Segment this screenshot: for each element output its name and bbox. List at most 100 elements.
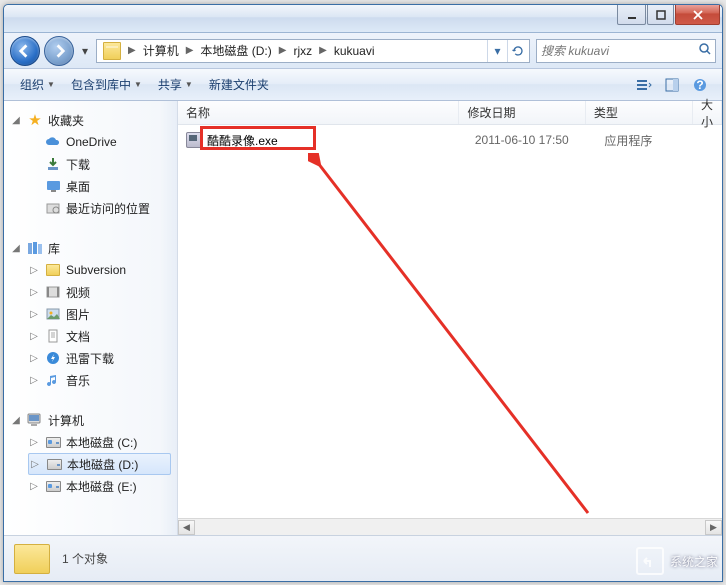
body: ◢ ★ 收藏夹 OneDrive 下载 桌面 最近访问的位置 ◢ 库 xyxy=(4,101,722,535)
refresh-button[interactable] xyxy=(507,40,527,62)
sidebar-item-music[interactable]: ▷音乐 xyxy=(28,369,177,391)
crumb-drive[interactable]: 本地磁盘 (D:) xyxy=(196,40,275,62)
star-icon: ★ xyxy=(26,111,44,129)
thunder-icon xyxy=(44,351,62,365)
scroll-left-button[interactable]: ◀ xyxy=(178,520,195,535)
drive-icon xyxy=(45,459,63,470)
sidebar-item-computer[interactable]: ◢ 计算机 xyxy=(10,409,177,431)
expand-icon[interactable]: ▷ xyxy=(28,353,40,364)
sidebar-item-thunder[interactable]: ▷迅雷下载 xyxy=(28,347,177,369)
expand-icon[interactable]: ▷ xyxy=(28,331,40,342)
sidebar-item-drive-e[interactable]: ▷本地磁盘 (E:) xyxy=(28,475,177,497)
sidebar-item-libraries[interactable]: ◢ 库 xyxy=(10,237,177,259)
minimize-button[interactable] xyxy=(617,5,646,25)
svg-text:?: ? xyxy=(696,78,703,92)
folder-icon xyxy=(44,264,62,276)
file-list[interactable]: 酷酷录像.exe 2011-06-10 17:50 应用程序 xyxy=(178,125,722,518)
address-bar[interactable]: ▶ 计算机 ▶ 本地磁盘 (D:) ▶ rjxz ▶ kukuavi ▾ xyxy=(96,39,530,63)
status-count: 1 个对象 xyxy=(62,550,108,567)
drive-icon xyxy=(44,437,62,448)
sidebar-item-drive-d[interactable]: ▷本地磁盘 (D:) xyxy=(28,453,171,475)
watermark: 系统之家 xyxy=(636,547,718,575)
tree-favorites: ◢ ★ 收藏夹 OneDrive 下载 桌面 最近访问的位置 xyxy=(10,109,177,219)
collapse-icon[interactable]: ◢ xyxy=(10,115,22,126)
chevron-right-icon[interactable]: ▶ xyxy=(316,45,330,56)
collapse-icon[interactable]: ◢ xyxy=(10,243,22,254)
crumb-folder-1[interactable]: rjxz xyxy=(289,40,316,62)
explorer-window: ▾ ▶ 计算机 ▶ 本地磁盘 (D:) ▶ rjxz ▶ kukuavi ▾ 组… xyxy=(3,4,723,582)
help-button[interactable]: ? xyxy=(688,74,712,96)
expand-icon[interactable]: ▷ xyxy=(28,309,40,320)
collapse-icon[interactable]: ◢ xyxy=(10,415,22,426)
annotation-arrow xyxy=(308,153,608,518)
search-input[interactable] xyxy=(541,44,698,58)
expand-icon[interactable]: ▷ xyxy=(29,459,41,470)
back-button[interactable] xyxy=(10,36,40,66)
libraries-icon xyxy=(26,241,44,255)
search-box[interactable] xyxy=(536,39,716,63)
toolbar: 组织 ▼ 包含到库中 ▼ 共享 ▼ 新建文件夹 ? xyxy=(4,69,722,101)
sidebar-item-downloads[interactable]: 下载 xyxy=(28,153,177,175)
folder-icon xyxy=(14,544,50,574)
sidebar-item-drive-c[interactable]: ▷本地磁盘 (C:) xyxy=(28,431,177,453)
music-icon xyxy=(44,373,62,387)
expand-icon[interactable]: ▷ xyxy=(28,481,40,492)
sidebar-item-videos[interactable]: ▷视频 xyxy=(28,281,177,303)
tree-computer: ◢ 计算机 ▷本地磁盘 (C:) ▷本地磁盘 (D:) ▷本地磁盘 (E:) xyxy=(10,409,177,497)
chevron-right-icon[interactable]: ▶ xyxy=(125,45,139,56)
sidebar-item-recent[interactable]: 最近访问的位置 xyxy=(28,197,177,219)
expand-icon[interactable]: ▷ xyxy=(28,265,40,276)
sidebar-item-pictures[interactable]: ▷图片 xyxy=(28,303,177,325)
crumb-computer[interactable]: 计算机 xyxy=(139,40,183,62)
history-dropdown[interactable]: ▾ xyxy=(78,41,92,61)
new-folder-button[interactable]: 新建文件夹 xyxy=(203,74,275,95)
expand-icon[interactable]: ▷ xyxy=(28,437,40,448)
organize-menu[interactable]: 组织 ▼ xyxy=(14,74,61,95)
view-options-button[interactable] xyxy=(632,74,656,96)
video-icon xyxy=(44,286,62,298)
recent-icon xyxy=(44,202,62,214)
download-icon xyxy=(44,157,62,171)
forward-button[interactable] xyxy=(44,36,74,66)
sidebar-item-onedrive[interactable]: OneDrive xyxy=(28,131,177,153)
computer-icon xyxy=(26,413,44,427)
titlebar[interactable] xyxy=(4,5,722,33)
column-size[interactable]: 大小 xyxy=(693,101,722,124)
column-type[interactable]: 类型 xyxy=(586,101,693,124)
sidebar-item-favorites[interactable]: ◢ ★ 收藏夹 xyxy=(10,109,177,131)
column-date[interactable]: 修改日期 xyxy=(459,101,585,124)
scroll-track[interactable] xyxy=(195,520,705,535)
nav-bar: ▾ ▶ 计算机 ▶ 本地磁盘 (D:) ▶ rjxz ▶ kukuavi ▾ xyxy=(4,33,722,69)
chevron-right-icon[interactable]: ▶ xyxy=(183,45,197,56)
folder-icon xyxy=(103,42,121,60)
sidebar-item-documents[interactable]: ▷文档 xyxy=(28,325,177,347)
column-headers: 名称 修改日期 类型 大小 xyxy=(178,101,722,125)
chevron-right-icon[interactable]: ▶ xyxy=(276,45,290,56)
share-menu[interactable]: 共享 ▼ xyxy=(152,74,199,95)
file-date: 2011-06-10 17:50 xyxy=(475,133,569,147)
watermark-text: 系统之家 xyxy=(670,553,718,570)
column-name[interactable]: 名称 xyxy=(178,101,459,124)
drive-icon xyxy=(44,481,62,492)
horizontal-scrollbar[interactable]: ◀ ▶ xyxy=(178,518,722,535)
expand-icon[interactable]: ▷ xyxy=(28,287,40,298)
tree-libraries: ◢ 库 ▷Subversion ▷视频 ▷图片 ▷文档 ▷迅雷下载 ▷音乐 xyxy=(10,237,177,391)
window-controls xyxy=(617,5,720,25)
pictures-icon xyxy=(44,308,62,320)
content-area: 名称 修改日期 类型 大小 酷酷录像.exe 2011-06-10 17:50 … xyxy=(178,101,722,535)
sidebar: ◢ ★ 收藏夹 OneDrive 下载 桌面 最近访问的位置 ◢ 库 xyxy=(4,101,178,535)
include-library-menu[interactable]: 包含到库中 ▼ xyxy=(65,74,148,95)
expand-icon[interactable]: ▷ xyxy=(28,375,40,386)
sidebar-item-desktop[interactable]: 桌面 xyxy=(28,175,177,197)
scroll-right-button[interactable]: ▶ xyxy=(705,520,722,535)
maximize-button[interactable] xyxy=(647,5,674,25)
sidebar-item-subversion[interactable]: ▷Subversion xyxy=(28,259,177,281)
preview-pane-button[interactable] xyxy=(660,74,684,96)
search-icon[interactable] xyxy=(698,42,712,59)
close-button[interactable] xyxy=(675,5,720,25)
desktop-icon xyxy=(44,180,62,192)
address-dropdown[interactable]: ▾ xyxy=(487,40,507,62)
documents-icon xyxy=(44,329,62,343)
annotation-highlight-box xyxy=(200,126,316,150)
crumb-folder-2[interactable]: kukuavi xyxy=(330,40,379,62)
